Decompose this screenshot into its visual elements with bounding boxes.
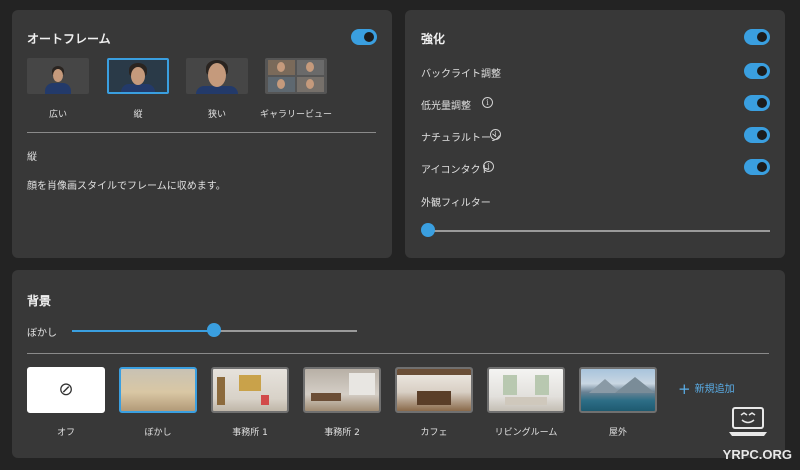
person-shirt bbox=[45, 83, 71, 94]
auto-frame-panel: オートフレーム 広い 縦 狭い ギャラリービュー 縦 顔を肖像画スタイルでフレー… bbox=[12, 10, 392, 258]
bg-option-outdoor[interactable] bbox=[579, 367, 657, 413]
toggle-knob bbox=[757, 98, 767, 108]
bg-option-label: カフェ bbox=[420, 428, 448, 438]
frame-option-label: 広い bbox=[48, 110, 67, 120]
blur-label: ぼかし bbox=[27, 328, 57, 339]
background-title: 背景 bbox=[27, 294, 52, 308]
bg-option-label: 事務所 2 bbox=[324, 428, 360, 438]
laptop-face-icon bbox=[729, 407, 767, 436]
watermark-text: YRPC.ORG bbox=[722, 447, 792, 462]
eye-contact-toggle[interactable] bbox=[744, 159, 770, 175]
add-background-button[interactable]: + 新規追加 bbox=[678, 380, 735, 398]
info-icon[interactable]: i bbox=[483, 161, 494, 172]
info-icon[interactable]: i bbox=[482, 97, 493, 108]
backlight-label: バックライト調整 bbox=[421, 69, 501, 80]
bg-option-living-room[interactable] bbox=[487, 367, 565, 413]
frame-option-label: ギャラリービュー bbox=[259, 110, 332, 120]
person-shirt bbox=[196, 86, 238, 94]
office-desk bbox=[311, 393, 341, 401]
gallery-cell bbox=[297, 77, 324, 92]
enhance-title: 強化 bbox=[421, 32, 446, 46]
living-sofa bbox=[505, 397, 547, 405]
toggle-knob bbox=[364, 32, 374, 42]
appearance-filter-knob[interactable] bbox=[421, 223, 435, 237]
living-window bbox=[535, 375, 549, 395]
frame-option-label: 縦 bbox=[133, 110, 143, 120]
person-face bbox=[306, 62, 314, 72]
blur-slider-fill bbox=[72, 330, 214, 332]
bg-option-label: 屋外 bbox=[608, 428, 627, 438]
info-icon[interactable]: i bbox=[490, 129, 501, 140]
divider bbox=[27, 353, 769, 354]
person-face bbox=[53, 69, 63, 82]
enhance-toggle[interactable] bbox=[744, 29, 770, 45]
person-face bbox=[208, 63, 226, 87]
backlight-toggle[interactable] bbox=[744, 63, 770, 79]
bg-option-blur[interactable] bbox=[119, 367, 197, 413]
frame-description: 顔を肖像画スタイルでフレームに収めます。 bbox=[27, 181, 226, 192]
office-window bbox=[349, 373, 375, 395]
office-art bbox=[239, 375, 261, 391]
person-face bbox=[277, 79, 285, 89]
bg-option-office-2[interactable] bbox=[303, 367, 381, 413]
low-light-toggle[interactable] bbox=[744, 95, 770, 111]
natural-tone-label: ナチュラルトーン bbox=[421, 133, 501, 144]
bg-option-label: 事務所 1 bbox=[232, 428, 268, 438]
auto-frame-title: オートフレーム bbox=[27, 32, 111, 46]
person-face bbox=[277, 62, 285, 72]
toggle-knob bbox=[757, 162, 767, 172]
bg-option-label: オフ bbox=[56, 428, 75, 438]
person-face bbox=[306, 79, 314, 89]
cafe-beam bbox=[397, 369, 471, 375]
auto-frame-toggle[interactable] bbox=[351, 29, 377, 45]
office-chair bbox=[261, 395, 269, 405]
frame-option-label: 狭い bbox=[207, 110, 226, 120]
frame-option-wide[interactable] bbox=[27, 58, 89, 94]
bg-option-cafe[interactable] bbox=[395, 367, 473, 413]
gallery-cell bbox=[268, 77, 295, 92]
enhance-panel: 強化 バックライト調整 低光量調整 i ナチュラルトーン i アイコンタクト i… bbox=[405, 10, 785, 258]
person-shirt bbox=[121, 84, 155, 92]
low-light-label: 低光量調整 bbox=[421, 101, 471, 112]
office-shelf bbox=[217, 377, 225, 405]
bg-option-label: リビングルーム bbox=[494, 428, 558, 438]
frame-option-narrow[interactable] bbox=[186, 58, 248, 94]
bg-option-office-1[interactable] bbox=[211, 367, 289, 413]
add-background-label: 新規追加 bbox=[694, 384, 735, 395]
living-window bbox=[503, 375, 517, 395]
background-panel: 背景 ぼかし ⊘ オフ ぼかし 事務所 1 事務所 2 カフェ リビングルーム … bbox=[12, 270, 785, 458]
bg-option-label: ぼかし bbox=[144, 428, 172, 438]
appearance-filter-track[interactable] bbox=[427, 230, 770, 232]
toggle-knob bbox=[757, 66, 767, 76]
frame-option-portrait[interactable] bbox=[107, 58, 169, 94]
gallery-cell bbox=[268, 60, 295, 75]
selected-frame-name: 縦 bbox=[27, 152, 37, 163]
off-icon: ⊘ bbox=[58, 379, 74, 400]
cafe-counter bbox=[417, 391, 451, 405]
person-face bbox=[131, 67, 145, 85]
plus-icon: + bbox=[678, 380, 691, 398]
bg-option-off[interactable]: ⊘ bbox=[27, 367, 105, 413]
mountain bbox=[615, 377, 655, 393]
blur-slider-knob[interactable] bbox=[207, 323, 221, 337]
frame-option-gallery[interactable] bbox=[265, 58, 327, 94]
gallery-cell bbox=[297, 60, 324, 75]
eye-contact-label: アイコンタクト bbox=[421, 165, 491, 176]
toggle-knob bbox=[757, 32, 767, 42]
divider bbox=[27, 132, 376, 133]
appearance-filter-label: 外観フィルター bbox=[421, 198, 491, 209]
natural-tone-toggle[interactable] bbox=[744, 127, 770, 143]
toggle-knob bbox=[757, 130, 767, 140]
